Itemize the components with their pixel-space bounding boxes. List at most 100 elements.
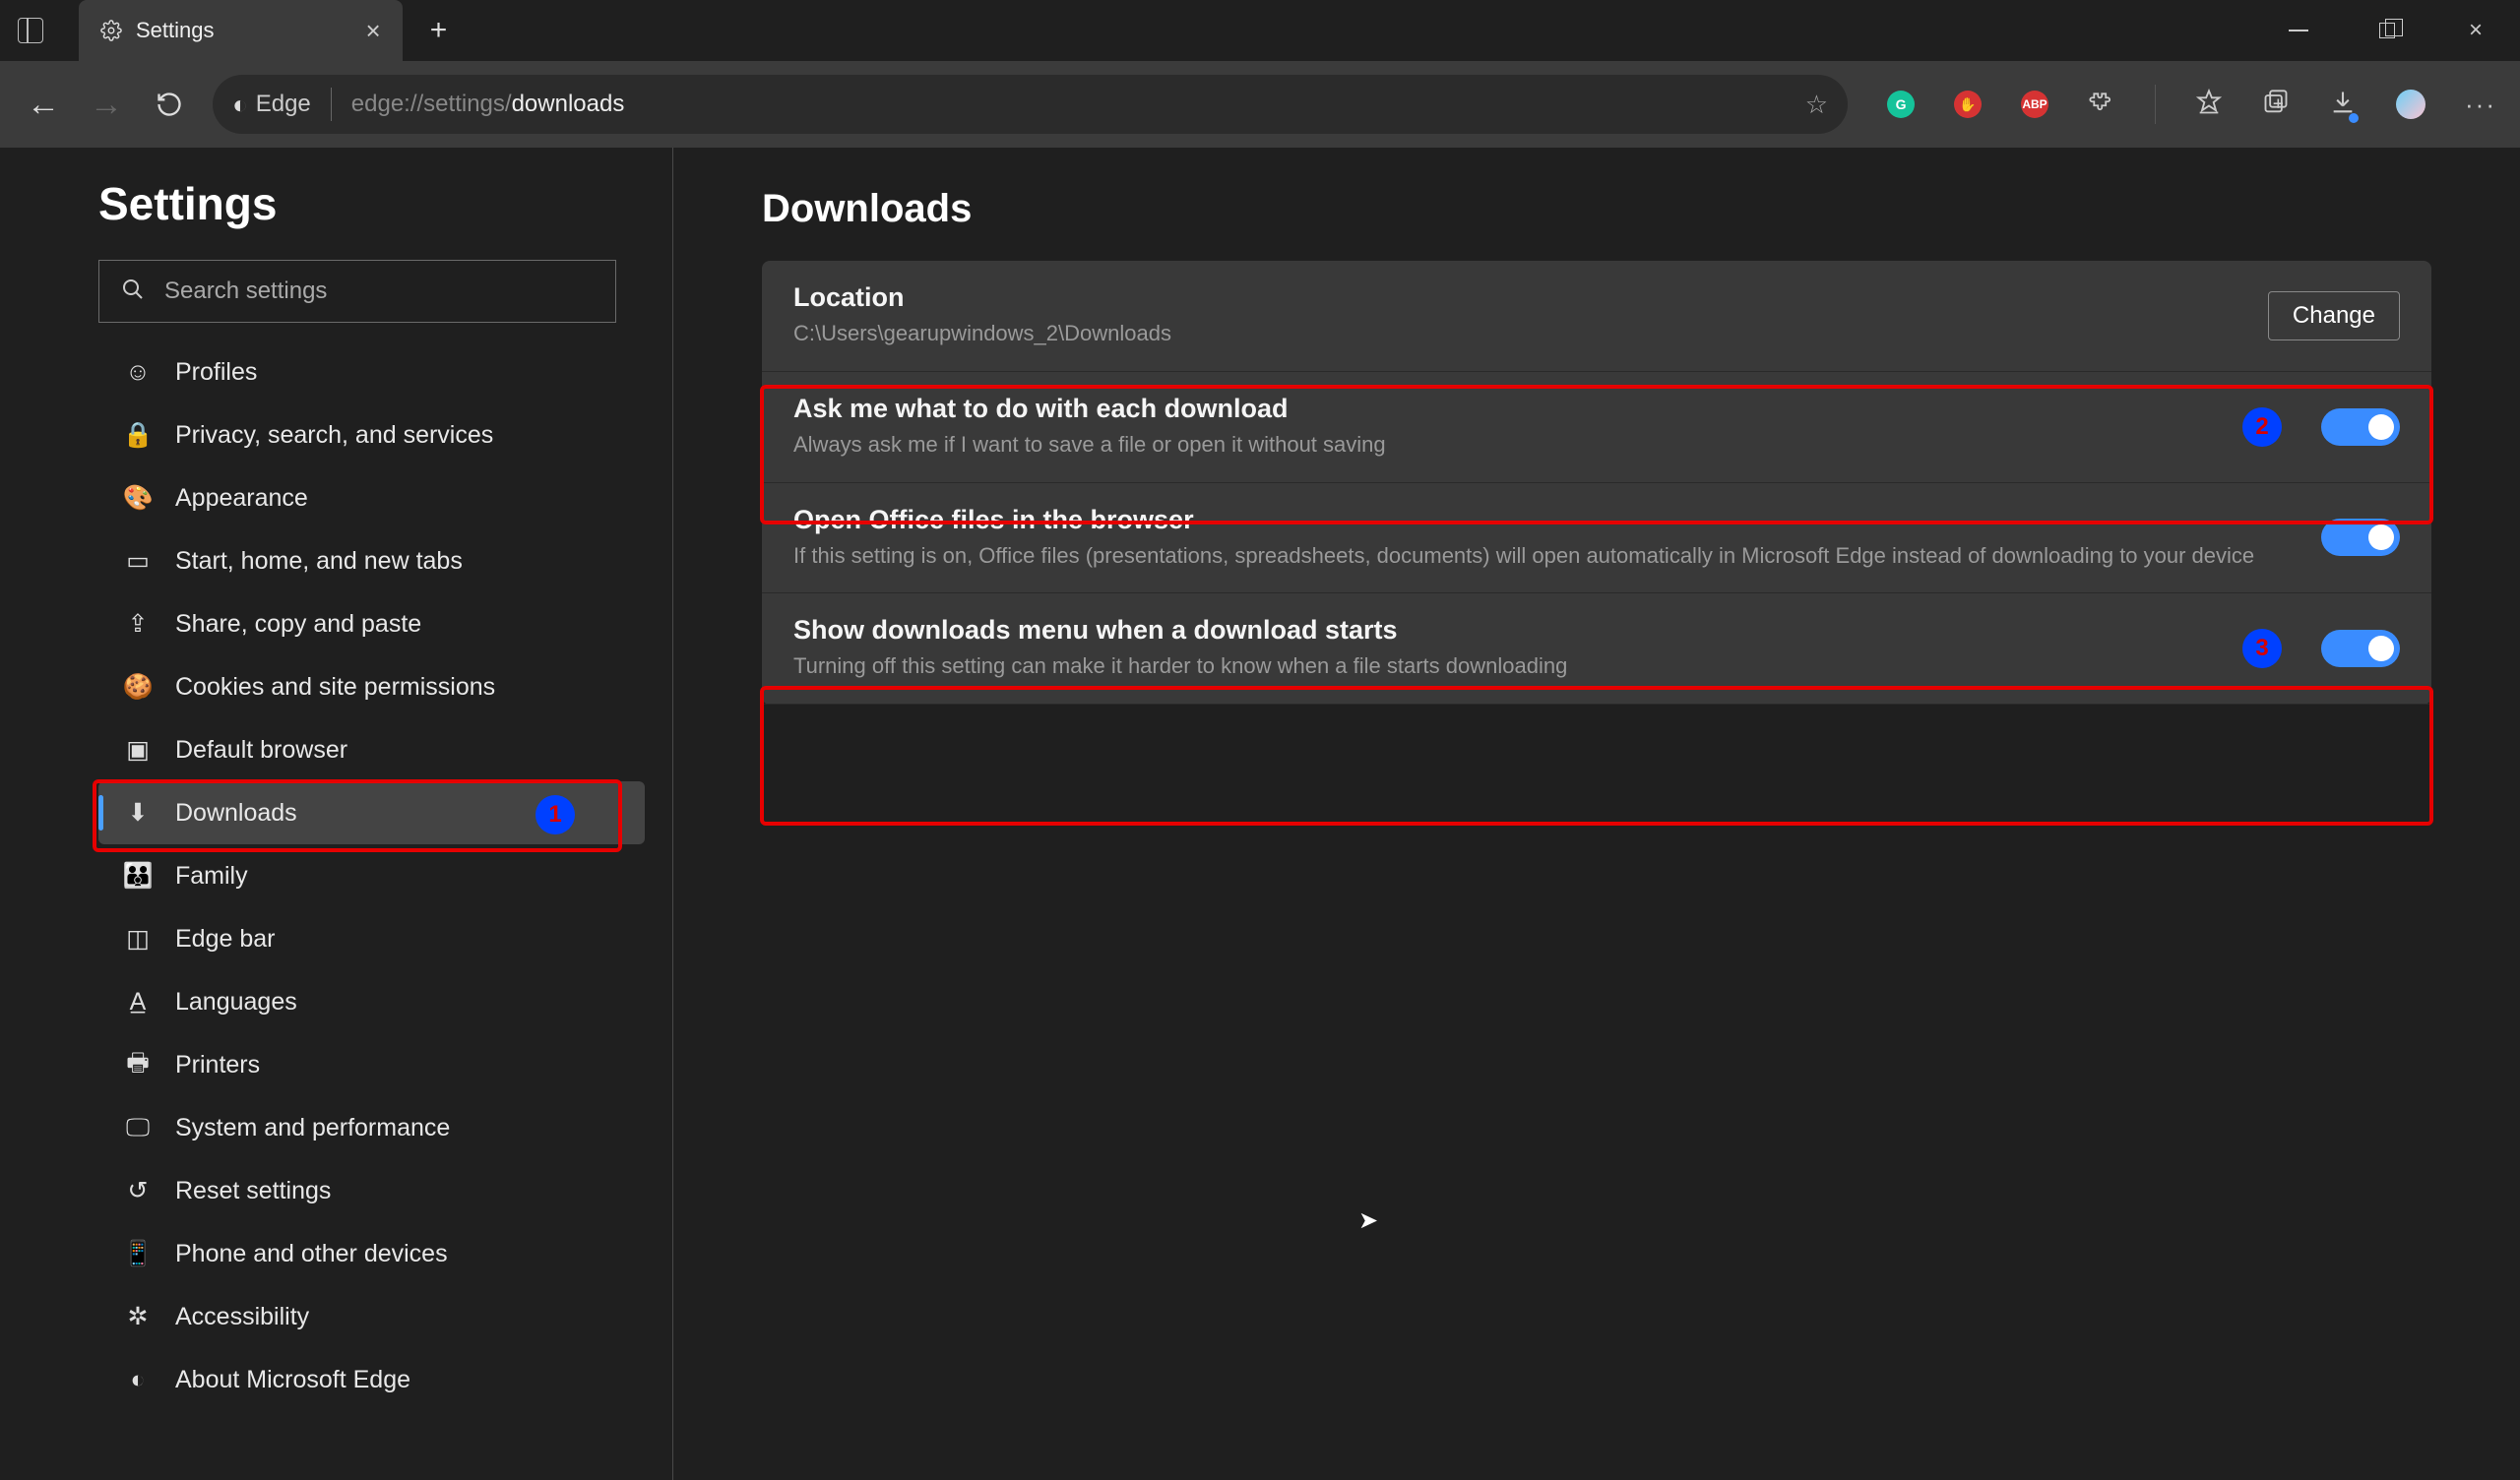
sidebar-item-label: Family: [175, 862, 248, 891]
sidebar-item-share[interactable]: ⇪ Share, copy and paste: [98, 592, 645, 655]
ublock-ext-icon[interactable]: ✋: [1954, 91, 1982, 118]
sidebar-item-label: Privacy, search, and services: [175, 421, 493, 450]
minimize-button[interactable]: [2254, 0, 2343, 61]
grammarly-ext-icon[interactable]: G: [1887, 91, 1915, 118]
address-bar[interactable]: ◐ Edge edge://settings/downloads ☆: [213, 75, 1848, 134]
settings-main: Downloads Location C:\Users\gearupwindow…: [673, 148, 2520, 1480]
toggle-show-menu[interactable]: [2321, 630, 2400, 667]
page-heading: Downloads: [762, 187, 2431, 231]
close-window-button[interactable]: ×: [2431, 0, 2520, 61]
window-icon: ▭: [124, 546, 152, 576]
phone-icon: 📱: [124, 1240, 152, 1268]
sidebar-item-label: Start, home, and new tabs: [175, 547, 463, 576]
sidebar-item-label: Profiles: [175, 358, 257, 387]
family-icon: 👪: [124, 862, 152, 891]
location-title: Location: [793, 282, 2229, 313]
browser-icon: ▣: [124, 735, 152, 765]
toggle-office-files[interactable]: [2321, 519, 2400, 556]
sidebar-item-accessibility[interactable]: ✲ Accessibility: [98, 1285, 645, 1348]
sidebar-item-label: System and performance: [175, 1114, 450, 1142]
setting-row-ask: Ask me what to do with each download Alw…: [762, 372, 2431, 483]
toggle-ask-download[interactable]: [2321, 408, 2400, 446]
sidebar-item-appearance[interactable]: 🎨 Appearance: [98, 466, 645, 529]
lock-icon: 🔒: [124, 421, 152, 450]
profile-avatar[interactable]: [2396, 90, 2426, 119]
setting-title: Open Office files in the browser: [793, 505, 2282, 535]
sidebar-item-label: Printers: [175, 1051, 260, 1079]
sidebar-item-default-browser[interactable]: ▣ Default browser: [98, 718, 645, 781]
window-controls: ×: [2254, 0, 2520, 61]
sidebar-item-about[interactable]: ◐ About Microsoft Edge: [98, 1348, 645, 1411]
sidebar-item-cookies[interactable]: 🍪Cookies and site permissions: [98, 655, 645, 718]
location-row: Location C:\Users\gearupwindows_2\Downlo…: [762, 261, 2431, 372]
downloads-icon[interactable]: [2329, 89, 2357, 121]
sidebar-item-privacy[interactable]: 🔒 Privacy, search, and services: [98, 403, 645, 466]
edge-icon: ◐: [124, 1366, 152, 1394]
sidebar-item-profiles[interactable]: ☺ Profiles: [98, 340, 645, 403]
sidebar-icon: ◫: [124, 924, 152, 954]
favorite-icon[interactable]: ☆: [1805, 90, 1828, 120]
search-icon: [121, 278, 145, 306]
sidebar-item-downloads[interactable]: ⬇ Downloads: [98, 781, 645, 844]
divider: [2155, 85, 2156, 124]
edge-logo-icon: ◐: [232, 90, 248, 120]
profile-icon: ☺: [124, 358, 152, 387]
downloads-panel: Location C:\Users\gearupwindows_2\Downlo…: [762, 261, 2431, 705]
sidebar-item-label: Reset settings: [175, 1177, 331, 1205]
browser-tab[interactable]: Settings ×: [79, 0, 403, 61]
extensions-area: G ✋ ABP ···: [1887, 85, 2496, 124]
url-label: Edge: [256, 91, 311, 118]
sidebar-item-label: Share, copy and paste: [175, 610, 421, 639]
forward-button[interactable]: →: [77, 75, 136, 134]
toolbar: ← → ◐ Edge edge://settings/downloads ☆ G…: [0, 61, 2520, 148]
sidebar-item-phone[interactable]: 📱Phone and other devices: [98, 1222, 645, 1285]
more-menu-icon[interactable]: ···: [2465, 90, 2496, 120]
favorites-icon[interactable]: [2195, 89, 2223, 121]
settings-search[interactable]: [98, 260, 616, 323]
palette-icon: 🎨: [124, 484, 152, 513]
tab-title: Settings: [136, 18, 215, 43]
setting-title: Show downloads menu when a download star…: [793, 615, 2203, 646]
sidebar-item-edgebar[interactable]: ◫ Edge bar: [98, 907, 645, 970]
sidebar-item-label: Edge bar: [175, 925, 275, 954]
back-button[interactable]: ←: [14, 75, 73, 134]
sidebar-item-languages[interactable]: A̲ Languages: [98, 970, 645, 1033]
extensions-icon[interactable]: [2088, 89, 2115, 121]
maximize-button[interactable]: [2343, 0, 2431, 61]
sidebar-item-label: Downloads: [175, 799, 297, 828]
settings-sidebar: Settings ☺Profiles 🔒Privacy, search, and…: [0, 148, 673, 1480]
refresh-button[interactable]: [140, 75, 199, 134]
share-icon: ⇪: [124, 609, 152, 639]
setting-row-office: Open Office files in the browser If this…: [762, 483, 2431, 594]
annotation-box-3: [760, 686, 2433, 826]
sidebar-item-label: Accessibility: [175, 1303, 309, 1331]
sidebar-item-label: About Microsoft Edge: [175, 1366, 410, 1394]
search-input[interactable]: [164, 278, 594, 305]
sidebar-item-label: Default browser: [175, 736, 347, 765]
sidebar-item-label: Languages: [175, 988, 297, 1017]
sidebar-item-label: Appearance: [175, 484, 308, 513]
sidebar-item-start[interactable]: ▭ Start, home, and new tabs: [98, 529, 645, 592]
sidebar-item-label: Cookies and site permissions: [175, 673, 495, 702]
accessibility-icon: ✲: [124, 1302, 152, 1331]
download-icon: ⬇: [124, 798, 152, 828]
setting-row-show-menu: Show downloads menu when a download star…: [762, 593, 2431, 705]
printer-icon: 🖶: [124, 1044, 152, 1086]
reset-icon: ↺: [124, 1176, 152, 1205]
sidebar-item-printers[interactable]: 🖶 Printers: [98, 1033, 645, 1096]
close-tab-icon[interactable]: ×: [366, 16, 381, 46]
sidebar-item-family[interactable]: 👪 Family: [98, 844, 645, 907]
tab-actions-icon[interactable]: [18, 18, 43, 43]
language-icon: A̲: [124, 988, 152, 1017]
sidebar-item-system[interactable]: 🖵 System and performance: [98, 1096, 645, 1159]
collections-icon[interactable]: [2262, 89, 2290, 121]
change-location-button[interactable]: Change: [2268, 291, 2400, 340]
setting-title: Ask me what to do with each download: [793, 394, 2203, 424]
abp-ext-icon[interactable]: ABP: [2021, 91, 2048, 118]
setting-desc: If this setting is on, Office files (pre…: [793, 541, 2282, 572]
new-tab-button[interactable]: +: [430, 14, 448, 47]
monitor-icon: 🖵: [124, 1114, 152, 1142]
annotation-number-2: 2: [2242, 407, 2282, 447]
content: Settings ☺Profiles 🔒Privacy, search, and…: [0, 148, 2520, 1480]
sidebar-item-reset[interactable]: ↺ Reset settings: [98, 1159, 645, 1222]
